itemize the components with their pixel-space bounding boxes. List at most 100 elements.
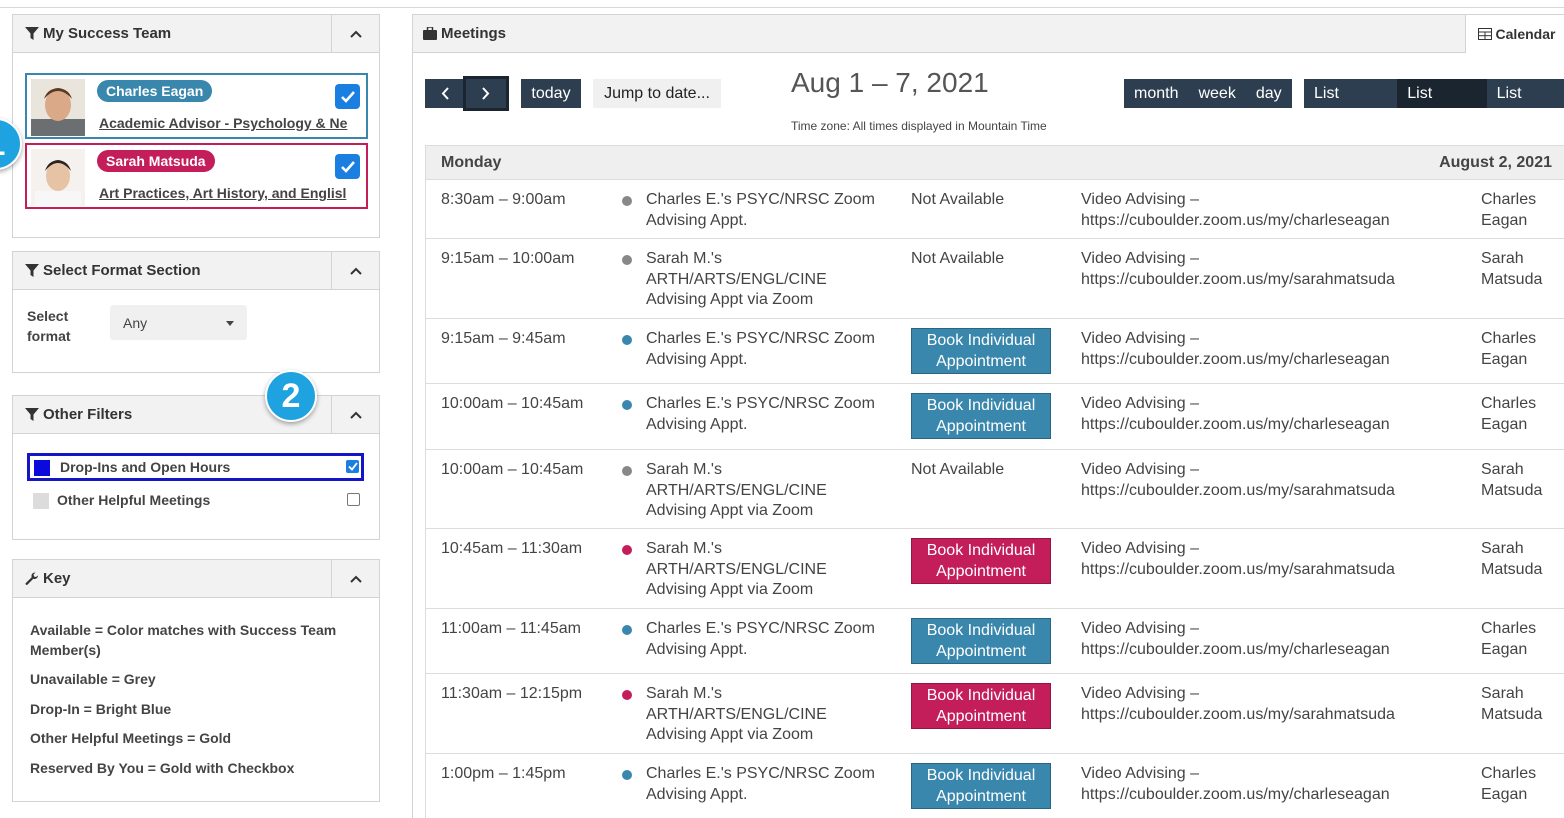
event-row[interactable]: 10:45am – 11:30am Sarah M.'s ARTH/ARTS/EN…: [425, 529, 1564, 609]
collapse-button[interactable]: [331, 396, 379, 433]
book-appointment-button[interactable]: Book Individual Appointment: [911, 393, 1051, 439]
event-time: 10:00am – 10:45am: [441, 395, 584, 412]
location-link[interactable]: https://cuboulder.zoom.us/my/charleseaga…: [1081, 211, 1461, 232]
member-role-link[interactable]: Academic Advisor - Psychology & Ne: [99, 115, 364, 131]
book-appointment-button[interactable]: Book Individual Appointment: [911, 328, 1051, 374]
event-location: Video Advising – https://cuboulder.zoom.u…: [1081, 684, 1461, 725]
event-advisor: Charles Eagan: [1481, 394, 1564, 435]
location-line: Video Advising –: [1081, 765, 1200, 782]
filter-other-meetings[interactable]: Other Helpful Meetings: [27, 487, 364, 515]
location-link[interactable]: https://cuboulder.zoom.us/my/sarahmatsud…: [1081, 560, 1461, 581]
location-link[interactable]: https://cuboulder.zoom.us/my/charleseaga…: [1081, 350, 1461, 371]
event-row[interactable]: 11:30am – 12:15pm Sarah M.'s ARTH/ARTS/EN…: [425, 674, 1564, 754]
event-advisor: Charles Eagan: [1481, 619, 1564, 660]
event-color-dot: [622, 400, 632, 410]
event-row[interactable]: 11:00am – 11:45am Charles E.'s PSYC/NRSC …: [425, 609, 1564, 674]
format-section-header[interactable]: Select Format Section: [13, 252, 379, 290]
collapse-button[interactable]: [331, 252, 379, 289]
collapse-button[interactable]: [331, 15, 379, 52]
member-checkbox[interactable]: [335, 154, 360, 179]
color-swatch: [34, 460, 50, 476]
event-color-dot: [622, 466, 632, 476]
advisor-last-name: Matsuda: [1481, 270, 1543, 288]
member-name-pill: Charles Eagan: [97, 80, 213, 102]
event-title: Sarah M.'s ARTH/ARTS/ENGL/CINE Advising …: [646, 540, 827, 598]
team-member-charles[interactable]: Charles Eagan Academic Advisor - Psychol…: [25, 73, 368, 139]
success-team-header[interactable]: My Success Team: [13, 15, 379, 53]
event-row[interactable]: 8:30am – 9:00am Charles E.'s PSYC/NRSC Zo…: [425, 180, 1564, 239]
chevron-right-icon: [482, 87, 490, 100]
location-link[interactable]: https://cuboulder.zoom.us/my/charleseaga…: [1081, 415, 1461, 436]
jump-to-date-button[interactable]: Jump to date...: [593, 79, 721, 108]
advisor-last-name: Matsuda: [1481, 481, 1543, 499]
book-appointment-button[interactable]: Book Individual Appointment: [911, 538, 1051, 584]
member-checkbox[interactable]: [335, 84, 360, 109]
tab-calendar[interactable]: Calendar: [1468, 15, 1564, 53]
event-time: 11:30am – 12:15pm: [441, 685, 583, 702]
location-link[interactable]: https://cuboulder.zoom.us/my/sarahmatsud…: [1081, 705, 1461, 726]
sidebar: My Success Team Charles Eagan Academic A…: [0, 0, 400, 818]
meetings-title: Meetings: [441, 25, 507, 42]
event-row[interactable]: 9:15am – 9:45am Charles E.'s PSYC/NRSC Zo…: [425, 319, 1564, 384]
location-link[interactable]: https://cuboulder.zoom.us/my/sarahmatsud…: [1081, 481, 1461, 502]
team-member-sarah[interactable]: Sarah Matsuda Art Practices, Art History…: [25, 143, 368, 209]
list-week-button[interactable]: List Week: [1397, 79, 1487, 131]
panel-title: Key: [25, 570, 71, 587]
list-day-button[interactable]: List Day: [1487, 79, 1564, 131]
key-line: Other Helpful Meetings = Gold: [30, 730, 232, 746]
book-appointment-button[interactable]: Book Individual Appointment: [911, 683, 1051, 729]
event-row[interactable]: 10:00am – 10:45am Sarah M.'s ARTH/ARTS/EN…: [425, 450, 1564, 529]
key-header[interactable]: Key: [13, 560, 379, 598]
member-role-link[interactable]: Art Practices, Art History, and Englisl: [99, 185, 364, 201]
event-color-dot: [622, 545, 632, 555]
event-row[interactable]: 10:00am – 10:45am Charles E.'s PSYC/NRSC …: [425, 384, 1564, 450]
collapse-button[interactable]: [331, 560, 379, 597]
chevron-up-icon: [349, 30, 362, 38]
event-location: Video Advising – https://cuboulder.zoom.u…: [1081, 619, 1461, 660]
next-button[interactable]: [466, 79, 506, 108]
filter-label: Drop-Ins and Open Hours: [60, 459, 231, 475]
event-title: Sarah M.'s ARTH/ARTS/ENGL/CINE Advising …: [646, 250, 827, 308]
view-week-button[interactable]: week: [1188, 79, 1245, 108]
view-day-button[interactable]: day: [1246, 79, 1292, 108]
meetings-panel: Meetings Calendar today Jump to date... …: [412, 14, 1564, 818]
checkmark-icon: [340, 90, 355, 103]
event-location: Video Advising – https://cuboulder.zoom.u…: [1081, 460, 1461, 501]
format-select[interactable]: Any: [110, 305, 247, 340]
location-line: Video Advising –: [1081, 330, 1200, 347]
filter-drop-ins[interactable]: Drop-Ins and Open Hours: [27, 453, 364, 481]
chevron-up-icon: [349, 411, 362, 419]
location-link[interactable]: https://cuboulder.zoom.us/my/charleseaga…: [1081, 640, 1461, 661]
day-date: August 2, 2021: [1439, 154, 1552, 171]
other-filters-header[interactable]: Other Filters: [13, 396, 379, 434]
key-line: Member(s): [30, 642, 101, 658]
event-time: 9:15am – 9:45am: [441, 330, 566, 347]
location-link[interactable]: https://cuboulder.zoom.us/my/sarahmatsud…: [1081, 270, 1461, 291]
location-link[interactable]: https://cuboulder.zoom.us/my/charleseaga…: [1081, 785, 1461, 806]
date-range-title: Aug 1 – 7, 2021: [791, 67, 989, 98]
advisor-first-name: Charles: [1481, 620, 1537, 637]
location-line: Video Advising –: [1081, 685, 1200, 702]
event-location: Video Advising – https://cuboulder.zoom.u…: [1081, 249, 1461, 290]
event-color-dot: [622, 255, 632, 265]
view-month-button[interactable]: month: [1124, 79, 1188, 108]
filter-label: Other Helpful Meetings: [57, 492, 211, 508]
color-swatch: [33, 493, 49, 509]
advisor-last-name: Eagan: [1481, 211, 1528, 229]
event-row[interactable]: 9:15am – 10:00am Sarah M.'s ARTH/ARTS/ENG…: [425, 239, 1564, 319]
filter-checkbox[interactable]: [346, 460, 359, 473]
book-appointment-button[interactable]: Book Individual Appointment: [911, 618, 1051, 664]
event-title: Charles E.'s PSYC/NRSC Zoom Advising App…: [646, 395, 875, 433]
advisor-first-name: Charles: [1481, 330, 1537, 347]
event-row[interactable]: 1:00pm – 1:45pm Charles E.'s PSYC/NRSC Zo…: [425, 754, 1564, 818]
list-month-button[interactable]: List Month: [1304, 79, 1397, 131]
prev-button[interactable]: [425, 79, 465, 108]
advisor-last-name: Eagan: [1481, 785, 1528, 803]
calendar-tab-label: Calendar: [1495, 26, 1556, 42]
filter-checkbox[interactable]: [347, 493, 360, 506]
filter-icon: [25, 407, 39, 421]
book-appointment-button[interactable]: Book Individual Appointment: [911, 763, 1051, 809]
event-color-dot: [622, 690, 632, 700]
today-button[interactable]: today: [521, 79, 581, 108]
format-select-value: Any: [123, 315, 148, 331]
